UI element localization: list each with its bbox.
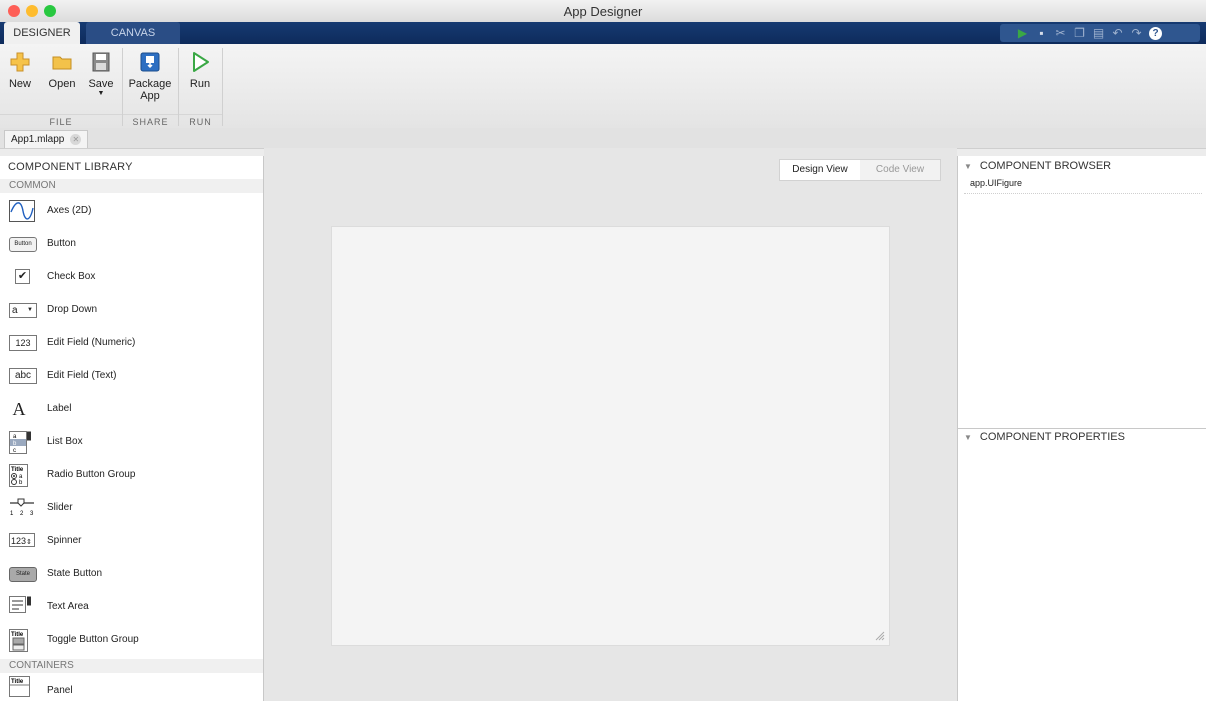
close-icon[interactable]: ✕ (70, 134, 82, 145)
dropdown-icon: a ▼ (9, 299, 37, 321)
save-icon[interactable]: ▪ (1035, 26, 1048, 40)
package-app-button[interactable]: Package App (128, 50, 172, 102)
browser-item-uifigure[interactable]: app.UIFigure (970, 178, 1022, 188)
button-icon: Button (9, 233, 37, 255)
library-item-state-button[interactable]: State State Button (0, 558, 263, 591)
title-bar: App Designer (0, 0, 1206, 23)
save-button[interactable]: Save ▼ (86, 50, 116, 98)
right-panels: ▼ COMPONENT BROWSER app.UIFigure ▼ COMPONE… (957, 156, 1206, 701)
library-item-toggle-button-group[interactable]: Title Toggle Button Group (0, 624, 263, 657)
checkbox-icon: ✔ (9, 266, 35, 288)
svg-text:Title: Title (11, 467, 24, 473)
package-icon (138, 50, 162, 74)
radio-group-icon: Title a b (9, 464, 35, 487)
slider-icon: 123 (9, 497, 35, 519)
group-common: COMMON (0, 179, 263, 193)
spinner-icon: 123⇕ (9, 530, 35, 552)
library-item-radio-button-group[interactable]: Title a b Radio Button Group (0, 459, 263, 492)
design-canvas-area: Design View Code View (264, 148, 957, 701)
listbox-icon: abc (9, 431, 35, 454)
new-button[interactable]: New (6, 50, 34, 90)
library-item-axes[interactable]: Axes (2D) (0, 195, 263, 228)
divider (964, 193, 1202, 194)
svg-text:Title: Title (11, 679, 24, 685)
component-properties-header[interactable]: ▼ COMPONENT PROPERTIES (958, 428, 1206, 444)
state-button-icon: State (9, 563, 37, 585)
document-tab-bar: App1.mlapp ✕ (0, 128, 1206, 149)
tab-designer[interactable]: DESIGNER (4, 22, 80, 44)
component-library-panel: COMPONENT LIBRARY COMMON Axes (2D) Butto… (0, 156, 264, 701)
paste-icon[interactable]: ▤ (1092, 26, 1105, 40)
library-item-list-box[interactable]: abc List Box (0, 426, 263, 459)
panel-icon: Title (9, 676, 35, 698)
ribbon-section-file: FILE (0, 114, 122, 129)
library-item-panel[interactable]: Title Panel (0, 673, 263, 701)
design-view-button[interactable]: Design View (780, 160, 860, 180)
collapse-triangle-icon[interactable]: ▼ (964, 430, 972, 446)
library-item-label[interactable]: A Label (0, 393, 263, 426)
ribbon-tab-strip: DESIGNER CANVAS ▶ ▪ ✂ ❐ ▤ ↶ ↷ ? (0, 22, 1206, 44)
help-icon[interactable]: ? (1149, 26, 1162, 40)
chevron-down-icon[interactable]: ▼ (86, 90, 116, 98)
cut-icon[interactable]: ✂ (1054, 26, 1067, 40)
ribbon: New Open Save ▼ Package App Run FILE SHA… (0, 44, 1206, 129)
component-browser-header[interactable]: ▼ COMPONENT BROWSER (958, 158, 1206, 174)
text-area-icon (9, 596, 35, 618)
library-item-slider[interactable]: 123 Slider (0, 492, 263, 525)
label-icon: A (12, 399, 26, 419)
floppy-icon (89, 50, 113, 74)
resize-grip-icon[interactable] (875, 631, 885, 641)
library-item-check-box[interactable]: ✔ Check Box (0, 261, 263, 294)
code-view-button[interactable]: Code View (860, 160, 940, 180)
quick-access-toolbar: ▶ ▪ ✂ ❐ ▤ ↶ ↷ ? (1000, 24, 1200, 42)
library-item-text-area[interactable]: Text Area (0, 591, 263, 624)
document-tab-label: App1.mlapp (11, 134, 65, 145)
open-button[interactable]: Open (46, 50, 78, 90)
library-item-spinner[interactable]: 123⇕ Spinner (0, 525, 263, 558)
ribbon-divider (222, 48, 223, 126)
group-containers: CONTAINERS (0, 659, 263, 673)
numeric-field-icon: 123 (9, 332, 37, 354)
ui-figure[interactable] (331, 226, 890, 646)
view-switcher: Design View Code View (779, 159, 941, 181)
redo-icon[interactable]: ↷ (1130, 26, 1143, 40)
library-item-drop-down[interactable]: a ▼ Drop Down (0, 294, 263, 327)
library-item-button[interactable]: Button Button (0, 228, 263, 261)
axes-icon (9, 200, 35, 222)
ribbon-section-run: RUN (179, 114, 222, 129)
ribbon-section-share: SHARE (123, 114, 178, 129)
copy-icon[interactable]: ❐ (1073, 26, 1086, 40)
folder-icon (50, 50, 74, 74)
run-button[interactable]: Run (184, 50, 216, 90)
component-library-header: COMPONENT LIBRARY (8, 161, 133, 173)
svg-text:2: 2 (20, 511, 24, 517)
svg-text:3: 3 (30, 511, 34, 517)
play-icon (188, 50, 212, 74)
svg-text:1: 1 (10, 511, 14, 517)
tab-canvas[interactable]: CANVAS (86, 22, 180, 44)
run-icon[interactable]: ▶ (1016, 26, 1029, 40)
svg-text:c: c (13, 448, 16, 454)
plus-icon (8, 50, 32, 74)
library-item-edit-field-numeric[interactable]: 123 Edit Field (Numeric) (0, 327, 263, 360)
toggle-group-icon: Title (9, 629, 35, 652)
collapse-triangle-icon[interactable]: ▼ (964, 159, 972, 175)
text-field-icon: abc (9, 365, 37, 387)
svg-text:Title: Title (11, 632, 24, 638)
document-tab[interactable]: App1.mlapp ✕ (4, 130, 89, 148)
window-title: App Designer (563, 4, 643, 19)
library-item-edit-field-text[interactable]: abc Edit Field (Text) (0, 360, 263, 393)
undo-icon[interactable]: ↶ (1111, 26, 1124, 40)
